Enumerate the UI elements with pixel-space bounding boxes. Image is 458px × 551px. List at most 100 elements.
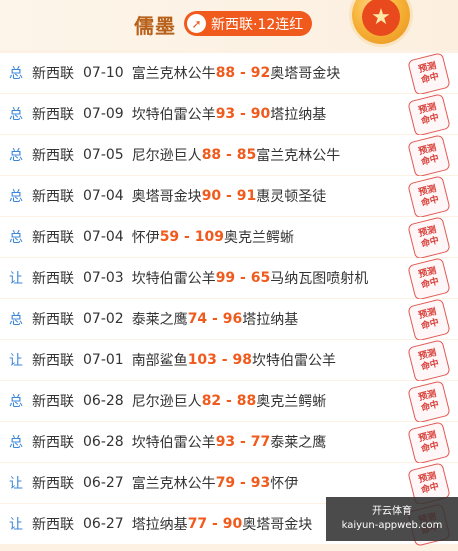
match-score: 90 - 91 bbox=[201, 188, 257, 204]
away-team: 坎特伯雷公羊 bbox=[251, 353, 336, 369]
away-team: 马纳瓦图喷射机 bbox=[270, 271, 369, 287]
match-row[interactable]: 总新西联 07-04 奥塔哥金块 90 - 91 惠灵顿圣徒 预测 命中 bbox=[0, 175, 458, 219]
match-row[interactable]: 让新西联 07-01 南部鲨鱼 103 - 98 坎特伯雷公羊 预测 命中 bbox=[0, 339, 458, 383]
home-team: 怀伊 bbox=[131, 230, 160, 246]
bet-type: 总 bbox=[9, 189, 23, 205]
home-team: 尼尔逊巨人 bbox=[131, 394, 202, 410]
hit-stamp-icon: 预测命中 bbox=[407, 339, 451, 383]
match-date: 06-27 bbox=[83, 475, 124, 491]
league-name: 新西联 bbox=[32, 66, 74, 82]
streak-label: 新西联·12连红 bbox=[211, 16, 304, 33]
bet-type: 让 bbox=[9, 353, 23, 369]
match-score: 93 - 90 bbox=[215, 106, 271, 122]
home-team: 富兰克林公牛 bbox=[131, 476, 216, 492]
hit-stamp-icon: 预测命中 bbox=[407, 216, 451, 260]
bet-type: 让 bbox=[9, 271, 23, 287]
away-team: 塔拉纳基 bbox=[242, 312, 299, 328]
home-team: 泰莱之鹰 bbox=[131, 312, 188, 328]
home-team: 坎特伯雷公羊 bbox=[131, 271, 216, 287]
match-score: 99 - 65 bbox=[215, 270, 271, 286]
home-team: 塔拉纳基 bbox=[131, 517, 188, 533]
away-team: 泰莱之鹰 bbox=[270, 435, 327, 451]
bet-type: 总 bbox=[9, 312, 23, 328]
match-date: 07-04 bbox=[83, 229, 124, 245]
league-name: 新西联 bbox=[32, 517, 74, 533]
bet-type: 总 bbox=[9, 394, 23, 410]
bet-type: 总 bbox=[9, 230, 23, 246]
away-team: 惠灵顿圣徒 bbox=[256, 189, 327, 205]
league-name: 新西联 bbox=[32, 435, 74, 451]
hit-stamp-icon: 预测命中 bbox=[407, 52, 451, 96]
league-name: 新西联 bbox=[32, 189, 74, 205]
match-row[interactable]: 让新西联 07-03 坎特伯雷公羊 99 - 65 马纳瓦图喷射机 预测 命中 bbox=[0, 257, 458, 301]
hit-stamp-icon: 预测命中 bbox=[407, 93, 451, 137]
star-icon: ★ bbox=[362, 0, 400, 36]
hit-stamp-icon: 预测命中 bbox=[407, 298, 451, 342]
match-score: 77 - 90 bbox=[187, 516, 243, 532]
match-score: 88 - 85 bbox=[201, 147, 257, 163]
match-score: 82 - 88 bbox=[201, 393, 257, 409]
streak-badge[interactable]: ➚ 新西联·12连红 bbox=[184, 11, 313, 36]
match-date: 06-28 bbox=[83, 393, 124, 409]
author-name: 儒墨 bbox=[134, 14, 176, 38]
league-name: 新西联 bbox=[32, 312, 74, 328]
match-score: 93 - 77 bbox=[215, 434, 271, 450]
hit-stamp-icon: 预测命中 bbox=[407, 175, 451, 219]
hit-stamp-icon: 预测命中 bbox=[407, 257, 451, 301]
match-score: 59 - 109 bbox=[159, 229, 224, 245]
league-name: 新西联 bbox=[32, 148, 74, 164]
arrow-up-icon: ➚ bbox=[187, 14, 206, 33]
bet-type: 让 bbox=[9, 517, 23, 533]
away-team: 奥克兰鳄蜥 bbox=[223, 230, 294, 246]
away-team: 怀伊 bbox=[270, 476, 299, 492]
league-name: 新西联 bbox=[32, 394, 74, 410]
home-team: 南部鲨鱼 bbox=[131, 353, 188, 369]
hit-stamp-icon: 预测命中 bbox=[407, 134, 451, 178]
match-score: 79 - 93 bbox=[215, 475, 271, 491]
league-name: 新西联 bbox=[32, 230, 74, 246]
match-date: 07-10 bbox=[83, 65, 124, 81]
match-score: 88 - 92 bbox=[215, 65, 271, 81]
match-date: 07-05 bbox=[83, 147, 124, 163]
match-date: 07-09 bbox=[83, 106, 124, 122]
home-team: 富兰克林公牛 bbox=[131, 66, 216, 82]
watermark-line1: 开云体育 bbox=[372, 506, 412, 517]
match-score: 103 - 98 bbox=[187, 352, 252, 368]
bet-type: 总 bbox=[9, 148, 23, 164]
bet-type: 让 bbox=[9, 476, 23, 492]
away-team: 奥塔哥金块 bbox=[242, 517, 313, 533]
match-date: 07-01 bbox=[83, 352, 124, 368]
away-team: 奥克兰鳄蜥 bbox=[256, 394, 327, 410]
hit-stamp-icon: 预测命中 bbox=[407, 421, 451, 465]
home-team: 尼尔逊巨人 bbox=[131, 148, 202, 164]
home-team: 奥塔哥金块 bbox=[131, 189, 202, 205]
league-name: 新西联 bbox=[32, 107, 74, 123]
bet-type: 总 bbox=[9, 107, 23, 123]
match-score: 74 - 96 bbox=[187, 311, 243, 327]
match-list: 总新西联 07-10 富兰克林公牛 88 - 92 奥塔哥金块 预测 命中总新西联 07-09… bbox=[0, 52, 458, 547]
league-name: 新西联 bbox=[32, 271, 74, 287]
match-date: 06-28 bbox=[83, 434, 124, 450]
match-date: 07-03 bbox=[83, 270, 124, 286]
match-row[interactable]: 总新西联 06-28 坎特伯雷公羊 93 - 77 泰莱之鹰 预测 命中 bbox=[0, 421, 458, 465]
match-row[interactable]: 总新西联 07-10 富兰克林公牛 88 - 92 奥塔哥金块 预测 命中 bbox=[0, 52, 458, 96]
match-row[interactable]: 总新西联 07-09 坎特伯雷公羊 93 - 90 塔拉纳基 预测 命中 bbox=[0, 93, 458, 137]
match-date: 06-27 bbox=[83, 516, 124, 532]
match-row[interactable]: 总新西联 06-28 尼尔逊巨人 82 - 88 奥克兰鳄蜥 预测 命中 bbox=[0, 380, 458, 424]
watermark: 开云体育 kaiyun-appweb.com bbox=[326, 497, 458, 541]
home-team: 坎特伯雷公羊 bbox=[131, 435, 216, 451]
away-team: 富兰克林公牛 bbox=[256, 148, 341, 164]
bet-type: 总 bbox=[9, 435, 23, 451]
match-date: 07-02 bbox=[83, 311, 124, 327]
home-team: 坎特伯雷公羊 bbox=[131, 107, 216, 123]
league-name: 新西联 bbox=[32, 476, 74, 492]
header: 儒墨 ➚ 新西联·12连红 ★ bbox=[0, 0, 458, 50]
away-team: 奥塔哥金块 bbox=[270, 66, 341, 82]
watermark-line2: kaiyun-appweb.com bbox=[341, 520, 443, 531]
hit-stamp-icon: 预测命中 bbox=[407, 380, 451, 424]
match-row[interactable]: 总新西联 07-02 泰莱之鹰 74 - 96 塔拉纳基 预测 命中 bbox=[0, 298, 458, 342]
medal-icon: ★ bbox=[352, 0, 410, 44]
match-row[interactable]: 总新西联 07-04 怀伊 59 - 109 奥克兰鳄蜥 预测 命中 bbox=[0, 216, 458, 260]
match-row[interactable]: 总新西联 07-05 尼尔逊巨人 88 - 85 富兰克林公牛 预测 命中 bbox=[0, 134, 458, 178]
league-name: 新西联 bbox=[32, 353, 74, 369]
